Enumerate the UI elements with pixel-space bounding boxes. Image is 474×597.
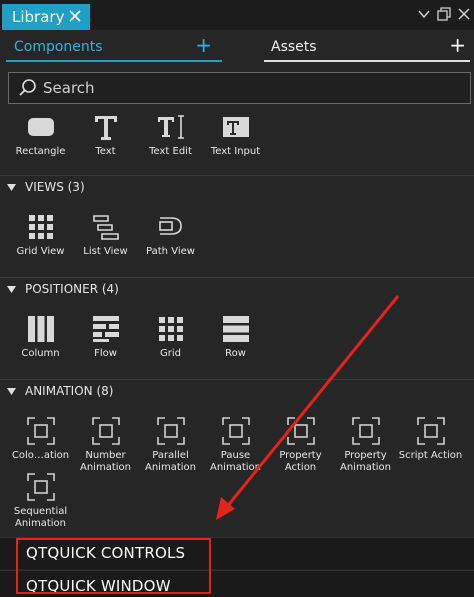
animation-icon [156,416,186,446]
animation-icon [351,416,381,446]
item-label: Row [225,348,246,359]
animation-icon [221,416,251,446]
column-icon [26,314,56,344]
item-label: Parallel Animation [145,450,196,473]
tab-components-label: Components [14,39,103,55]
float-icon[interactable] [436,6,452,22]
animation-icon [26,472,56,502]
item-label: Property Action [279,450,322,473]
add-component-button[interactable]: + [195,34,212,56]
item-label: Column [21,348,60,359]
add-asset-button[interactable]: + [449,34,466,56]
item-label: Text Input [210,146,261,157]
text-input-icon [221,112,251,142]
library-panel: Library Components + Assets + Search Rec… [0,0,474,597]
tab-assets[interactable]: Assets + [264,34,470,62]
item-label: Flow [94,348,117,359]
caret-down-icon [7,184,16,191]
section-views[interactable]: VIEWS (3) [0,175,474,199]
item-label: Text [95,146,116,157]
item-number-animation[interactable]: Number Animation [73,416,138,474]
item-rectangle[interactable]: Rectangle [8,112,73,158]
library-tab[interactable]: Library [2,4,90,30]
item-label: Number Animation [80,450,131,473]
chevron-down-icon[interactable] [416,6,432,22]
close-panel-icon[interactable] [456,6,472,22]
item-label: Colo…ation [11,450,70,461]
item-label: Rectangle [15,146,66,157]
animation-icon [286,416,316,446]
item-text[interactable]: Text [73,112,138,158]
annotation-highlight-box [16,538,211,594]
item-color-animation[interactable]: Colo…ation [8,416,73,474]
section-positioner-title: POSITIONER (4) [25,282,119,296]
section-positioner[interactable]: POSITIONER (4) [0,277,474,301]
animation-icon [416,416,446,446]
item-label: List View [83,246,128,257]
basic-items: Rectangle Text Text Edit Text Input [8,112,268,158]
item-label: Grid [160,348,181,359]
tab-assets-label: Assets [271,39,317,55]
item-label: Path View [146,246,195,257]
item-label: Script Action [398,450,463,461]
item-label: Text Edit [149,146,192,157]
item-label: Grid View [16,246,65,257]
window-controls [416,6,472,22]
views-items: Grid View List View Path View [8,212,203,258]
item-label: Pause Animation [210,450,261,473]
animation-items-row1: Colo…ation Number Animation Parallel Ani… [8,416,463,474]
close-icon[interactable] [66,7,84,25]
item-flow[interactable]: Flow [73,314,138,360]
item-path-view[interactable]: Path View [138,212,203,258]
grid-icon [156,314,186,344]
item-parallel-animation[interactable]: Parallel Animation [138,416,203,474]
section-animation-title: ANIMATION (8) [25,384,114,398]
item-label: Property Animation [340,450,391,473]
animation-icon [26,416,56,446]
item-column[interactable]: Column [8,314,73,360]
item-property-action[interactable]: Property Action [268,416,333,474]
positioner-items: Column Flow Grid Row [8,314,268,360]
item-script-action[interactable]: Script Action [398,416,463,474]
item-grid[interactable]: Grid [138,314,203,360]
library-tab-title: Library [12,8,65,26]
item-row[interactable]: Row [203,314,268,360]
item-list-view[interactable]: List View [73,212,138,258]
list-view-icon [91,212,121,242]
item-label: Sequential Animation [13,506,68,529]
flow-icon [91,314,121,344]
row-icon [221,314,251,344]
grid-view-icon [26,212,56,242]
item-text-input[interactable]: Text Input [203,112,268,158]
search-icon [17,77,39,99]
library-tabs: Components + Assets + [0,30,474,64]
search-input[interactable] [43,75,470,101]
item-pause-animation[interactable]: Pause Animation [203,416,268,474]
text-icon [91,112,121,142]
item-text-edit[interactable]: Text Edit [138,112,203,158]
caret-down-icon [7,286,16,293]
tab-components[interactable]: Components + [6,34,222,62]
section-views-title: VIEWS (3) [25,180,85,194]
text-edit-icon [156,112,186,142]
animation-icon [91,416,121,446]
title-strip: Library [0,0,474,30]
search-box [8,72,471,104]
caret-down-icon [7,388,16,395]
rectangle-icon [26,112,56,142]
item-grid-view[interactable]: Grid View [8,212,73,258]
item-sequential-animation[interactable]: Sequential Animation [8,472,73,530]
section-animation[interactable]: ANIMATION (8) [0,379,474,403]
path-view-icon [156,212,186,242]
animation-items-row2: Sequential Animation [8,472,73,530]
item-property-animation[interactable]: Property Animation [333,416,398,474]
